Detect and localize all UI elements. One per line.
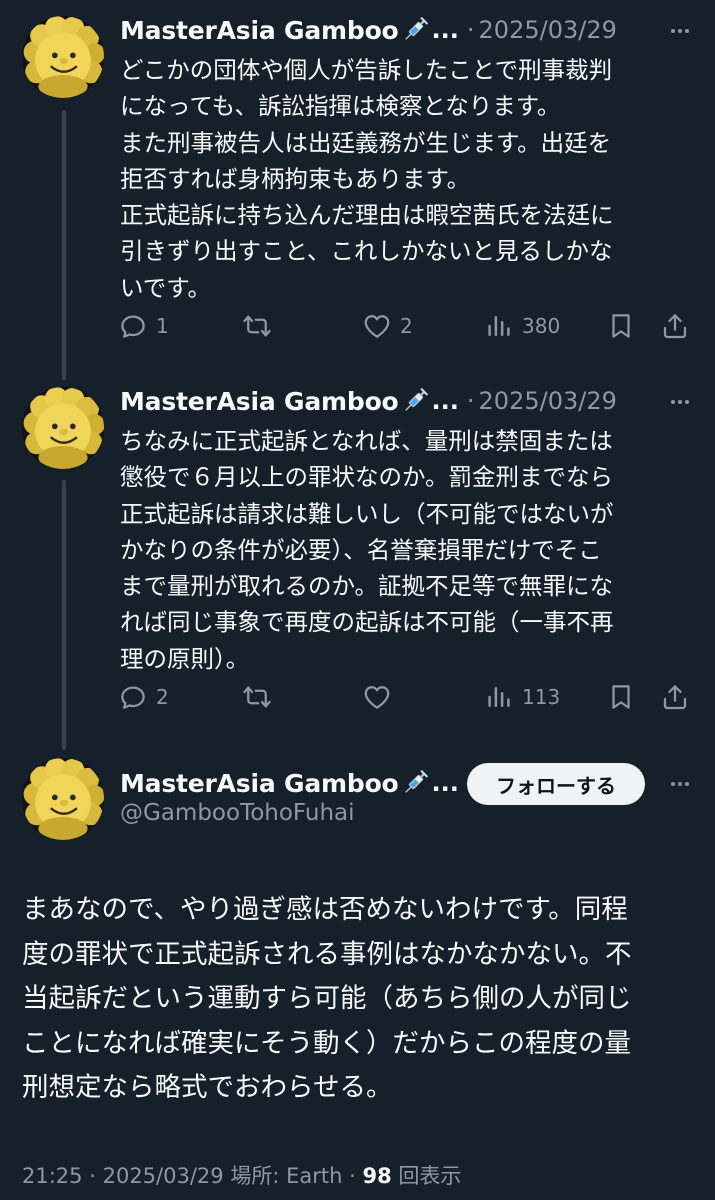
avatar-sunflower-image [22, 387, 104, 469]
separator-dot: · [89, 1164, 96, 1188]
thread-line [62, 480, 66, 750]
reply-count: 1 [156, 314, 169, 338]
post-body: ちなみに正式起訴となれば、量刑は禁固または 懲役で６月以上の罪状なのか。罰金刑ま… [120, 427, 614, 673]
post-header: MasterAsia Gamboo ... · 2025/03/29 [120, 10, 695, 50]
views-count: 380 [522, 314, 561, 338]
views-button[interactable]: 113 [484, 677, 560, 717]
share-icon [660, 682, 690, 712]
repost-button[interactable] [242, 677, 280, 717]
repost-icon [242, 311, 272, 341]
repost-icon [242, 682, 272, 712]
more-icon[interactable] [665, 387, 695, 417]
bookmark-button[interactable] [606, 677, 636, 717]
avatar[interactable] [22, 758, 104, 840]
like-button[interactable]: 2 [362, 306, 413, 346]
views-icon [484, 682, 514, 712]
tweet-thread-page: MasterAsia Gamboo ... · 2025/03/29 どこかの団… [0, 0, 715, 1200]
reply-button[interactable]: 2 [118, 677, 169, 717]
author-name[interactable]: MasterAsia Gamboo [120, 387, 399, 416]
repost-button[interactable] [242, 306, 280, 346]
share-icon [660, 311, 690, 341]
like-icon [362, 682, 392, 712]
avatar-sunflower-image [22, 758, 104, 840]
syringe-icon [400, 386, 430, 416]
post-body: どこかの団体や個人が告訴したことで刑事裁判 になっても、訴訟指揮は検察となります… [120, 56, 614, 302]
reply-count: 2 [156, 685, 169, 709]
name-truncation: ... [431, 769, 459, 797]
more-icon[interactable] [665, 16, 695, 46]
syringe-icon [400, 768, 430, 798]
post-date[interactable]: 2025/03/29 [103, 1164, 224, 1188]
views-label: 回表示 [398, 1164, 462, 1188]
like-button[interactable] [362, 677, 400, 717]
like-icon [362, 311, 392, 341]
reply-icon [118, 311, 148, 341]
post-actions: 2 113 [118, 677, 698, 717]
name-truncation: ... [431, 387, 459, 415]
syringe-icon [400, 15, 430, 45]
separator-dot: · [349, 1164, 356, 1188]
views-count: 98 [362, 1164, 392, 1188]
author-handle[interactable]: @GambooTohoFuhai [120, 800, 355, 826]
main-post-body: まあなので、やり過ぎ感は否めないわけです。同程 度の罪状で正式起訴される事例はな… [22, 894, 632, 1103]
reply-button[interactable]: 1 [118, 306, 169, 346]
avatar[interactable] [22, 16, 104, 98]
bookmark-icon [606, 682, 636, 712]
post-actions: 1 2 380 [118, 306, 698, 346]
views-count: 113 [522, 685, 561, 709]
bookmark-button[interactable] [606, 306, 636, 346]
author-name[interactable]: MasterAsia Gamboo [120, 16, 399, 45]
post-location: 場所: Earth [230, 1164, 343, 1188]
author-name[interactable]: MasterAsia Gamboo [120, 769, 399, 798]
share-button[interactable] [660, 306, 690, 346]
post-date[interactable]: 2025/03/29 [479, 16, 617, 44]
post-header: MasterAsia Gamboo ... · 2025/03/29 [120, 381, 695, 421]
avatar-sunflower-image [22, 16, 104, 98]
views-icon [484, 311, 514, 341]
separator-dot: · [466, 16, 475, 44]
reply-icon [118, 682, 148, 712]
views-button[interactable]: 380 [484, 306, 560, 346]
separator-dot: · [466, 387, 475, 415]
like-count: 2 [400, 314, 413, 338]
post-time[interactable]: 21:25 [22, 1164, 83, 1188]
post-metadata: 21:25 · 2025/03/29 場所: Earth · 98 回表示 [22, 1160, 461, 1190]
avatar[interactable] [22, 387, 104, 469]
follow-button[interactable]: フォローする [467, 763, 645, 805]
share-button[interactable] [660, 677, 690, 717]
post-date[interactable]: 2025/03/29 [479, 387, 617, 415]
more-icon[interactable] [665, 769, 695, 799]
name-truncation: ... [431, 16, 459, 44]
thread-line [62, 110, 66, 380]
bookmark-icon [606, 311, 636, 341]
